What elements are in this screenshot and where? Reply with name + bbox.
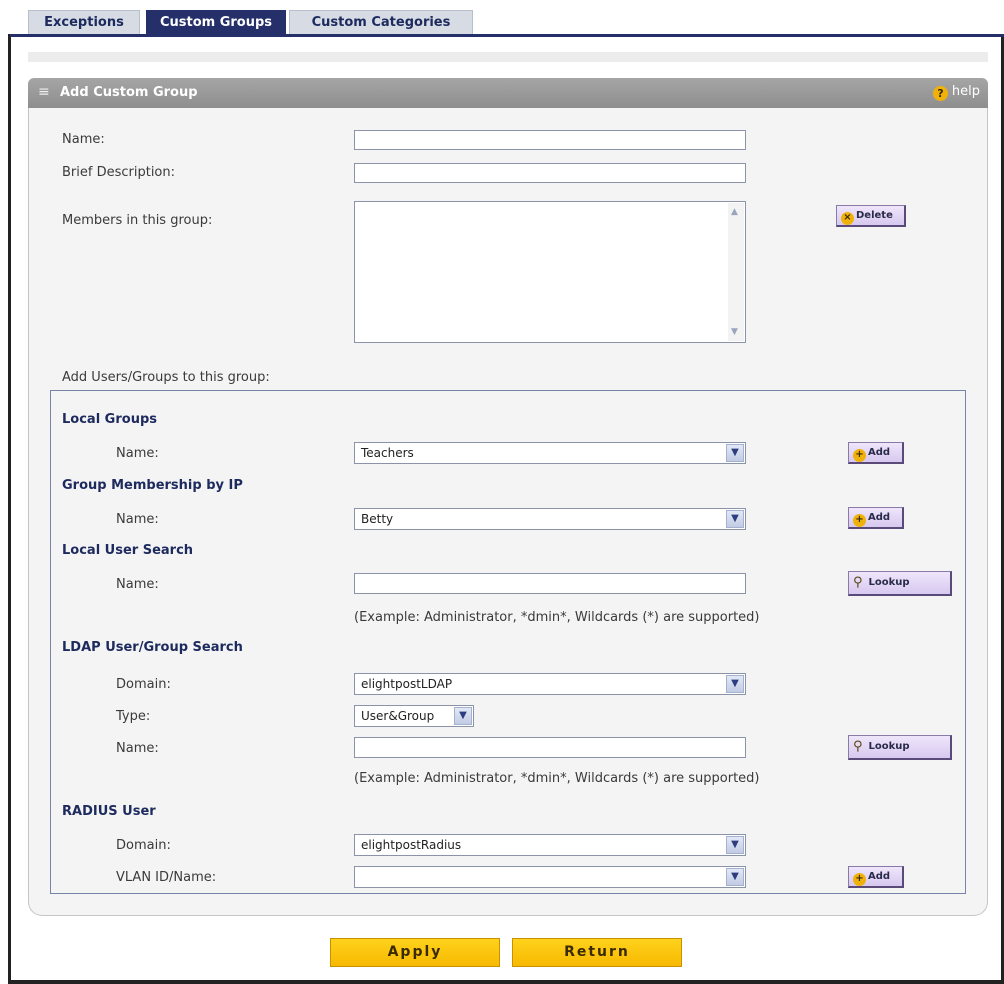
name-label: Name: bbox=[62, 132, 105, 147]
ldap-name-input[interactable] bbox=[354, 737, 746, 758]
add-icon: + bbox=[853, 449, 866, 462]
local-user-lookup-button[interactable]: ⚲ Lookup bbox=[848, 571, 952, 596]
ldap-example: (Example: Administrator, *dmin*, Wildcar… bbox=[354, 771, 760, 786]
radius-heading: RADIUS User bbox=[62, 804, 156, 819]
ldap-domain-label: Domain: bbox=[116, 677, 171, 692]
chevron-down-icon[interactable]: ▼ bbox=[726, 510, 744, 528]
left-frame bbox=[8, 34, 11, 984]
chevron-down-icon[interactable]: ▼ bbox=[454, 707, 472, 725]
tab-custom-groups[interactable]: Custom Groups bbox=[146, 10, 286, 34]
help-label: help bbox=[951, 84, 980, 99]
local-user-lookup-label: Lookup bbox=[868, 577, 910, 588]
menu-lines-icon: ≡ bbox=[38, 84, 50, 100]
add-icon: + bbox=[853, 514, 866, 527]
ldap-type-value: User&Group bbox=[361, 709, 435, 723]
help-icon: ? bbox=[932, 86, 948, 101]
delete-button-label: Delete bbox=[856, 210, 893, 221]
ldap-heading: LDAP User/Group Search bbox=[62, 640, 243, 655]
ldap-lookup-label: Lookup bbox=[868, 741, 910, 752]
radius-add-button[interactable]: + Add bbox=[848, 866, 904, 888]
ldap-name-label: Name: bbox=[116, 741, 159, 756]
scroll-down-icon[interactable]: ▼ bbox=[731, 327, 738, 337]
radius-vlan-select[interactable]: ▼ bbox=[354, 866, 746, 888]
group-ip-name-label: Name: bbox=[116, 512, 159, 527]
local-groups-select-value: Teachers bbox=[361, 446, 414, 460]
group-ip-add-button[interactable]: + Add bbox=[848, 507, 904, 529]
local-user-example: (Example: Administrator, *dmin*, Wildcar… bbox=[354, 610, 760, 625]
local-groups-name-label: Name: bbox=[116, 446, 159, 461]
ldap-type-select[interactable]: User&Group ▼ bbox=[354, 705, 474, 727]
section-title: Add Custom Group bbox=[60, 85, 198, 100]
help-link[interactable]: ? help bbox=[932, 84, 980, 101]
ldap-domain-value: elightpostLDAP bbox=[361, 677, 453, 691]
radius-domain-label: Domain: bbox=[116, 838, 171, 853]
local-groups-heading: Local Groups bbox=[62, 412, 157, 427]
scroll-up-icon[interactable]: ▲ bbox=[731, 207, 738, 217]
delete-button[interactable]: × Delete bbox=[836, 205, 906, 227]
bottom-frame bbox=[8, 980, 1004, 984]
ldap-type-label: Type: bbox=[116, 709, 151, 724]
chevron-down-icon[interactable]: ▼ bbox=[726, 675, 744, 693]
chevron-down-icon[interactable]: ▼ bbox=[726, 444, 744, 462]
local-user-name-label: Name: bbox=[116, 577, 159, 592]
local-groups-select[interactable]: Teachers ▼ bbox=[354, 442, 746, 464]
group-ip-heading: Group Membership by IP bbox=[62, 478, 243, 493]
magnifier-icon: ⚲ bbox=[853, 575, 863, 590]
local-groups-add-button[interactable]: + Add bbox=[848, 442, 904, 464]
radius-vlan-label: VLAN ID/Name: bbox=[116, 870, 217, 885]
local-user-name-input[interactable] bbox=[354, 573, 746, 594]
members-listbox[interactable]: ▲ ▼ bbox=[354, 201, 746, 343]
chevron-down-icon[interactable]: ▼ bbox=[726, 836, 744, 854]
ldap-lookup-button[interactable]: ⚲ Lookup bbox=[848, 735, 952, 760]
tab-underline bbox=[10, 34, 1004, 37]
section-header: ≡ Add Custom Group ? help bbox=[28, 78, 988, 108]
description-input[interactable] bbox=[354, 163, 746, 183]
members-scrollbar[interactable]: ▲ ▼ bbox=[728, 203, 744, 341]
group-ip-select[interactable]: Betty ▼ bbox=[354, 508, 746, 530]
members-label: Members in this group: bbox=[62, 213, 213, 228]
return-button[interactable]: Return bbox=[512, 938, 682, 967]
delete-icon: × bbox=[841, 212, 854, 225]
spacer-strip bbox=[28, 52, 988, 62]
group-ip-add-label: Add bbox=[868, 512, 891, 523]
add-icon: + bbox=[853, 873, 866, 886]
description-label: Brief Description: bbox=[62, 165, 176, 180]
radius-add-label: Add bbox=[868, 871, 891, 882]
local-groups-add-label: Add bbox=[868, 447, 891, 458]
group-ip-select-value: Betty bbox=[361, 512, 394, 526]
tab-exceptions[interactable]: Exceptions bbox=[28, 10, 140, 34]
apply-button[interactable]: Apply bbox=[330, 938, 500, 967]
magnifier-icon: ⚲ bbox=[853, 739, 863, 754]
chevron-down-icon[interactable]: ▼ bbox=[726, 868, 744, 886]
radius-domain-select[interactable]: elightpostRadius ▼ bbox=[354, 834, 746, 856]
local-user-heading: Local User Search bbox=[62, 543, 194, 558]
ldap-domain-select[interactable]: elightpostLDAP ▼ bbox=[354, 673, 746, 695]
add-users-label: Add Users/Groups to this group: bbox=[62, 370, 270, 385]
name-input[interactable] bbox=[354, 130, 746, 150]
radius-domain-value: elightpostRadius bbox=[361, 838, 462, 852]
tab-custom-categories[interactable]: Custom Categories bbox=[289, 10, 473, 34]
